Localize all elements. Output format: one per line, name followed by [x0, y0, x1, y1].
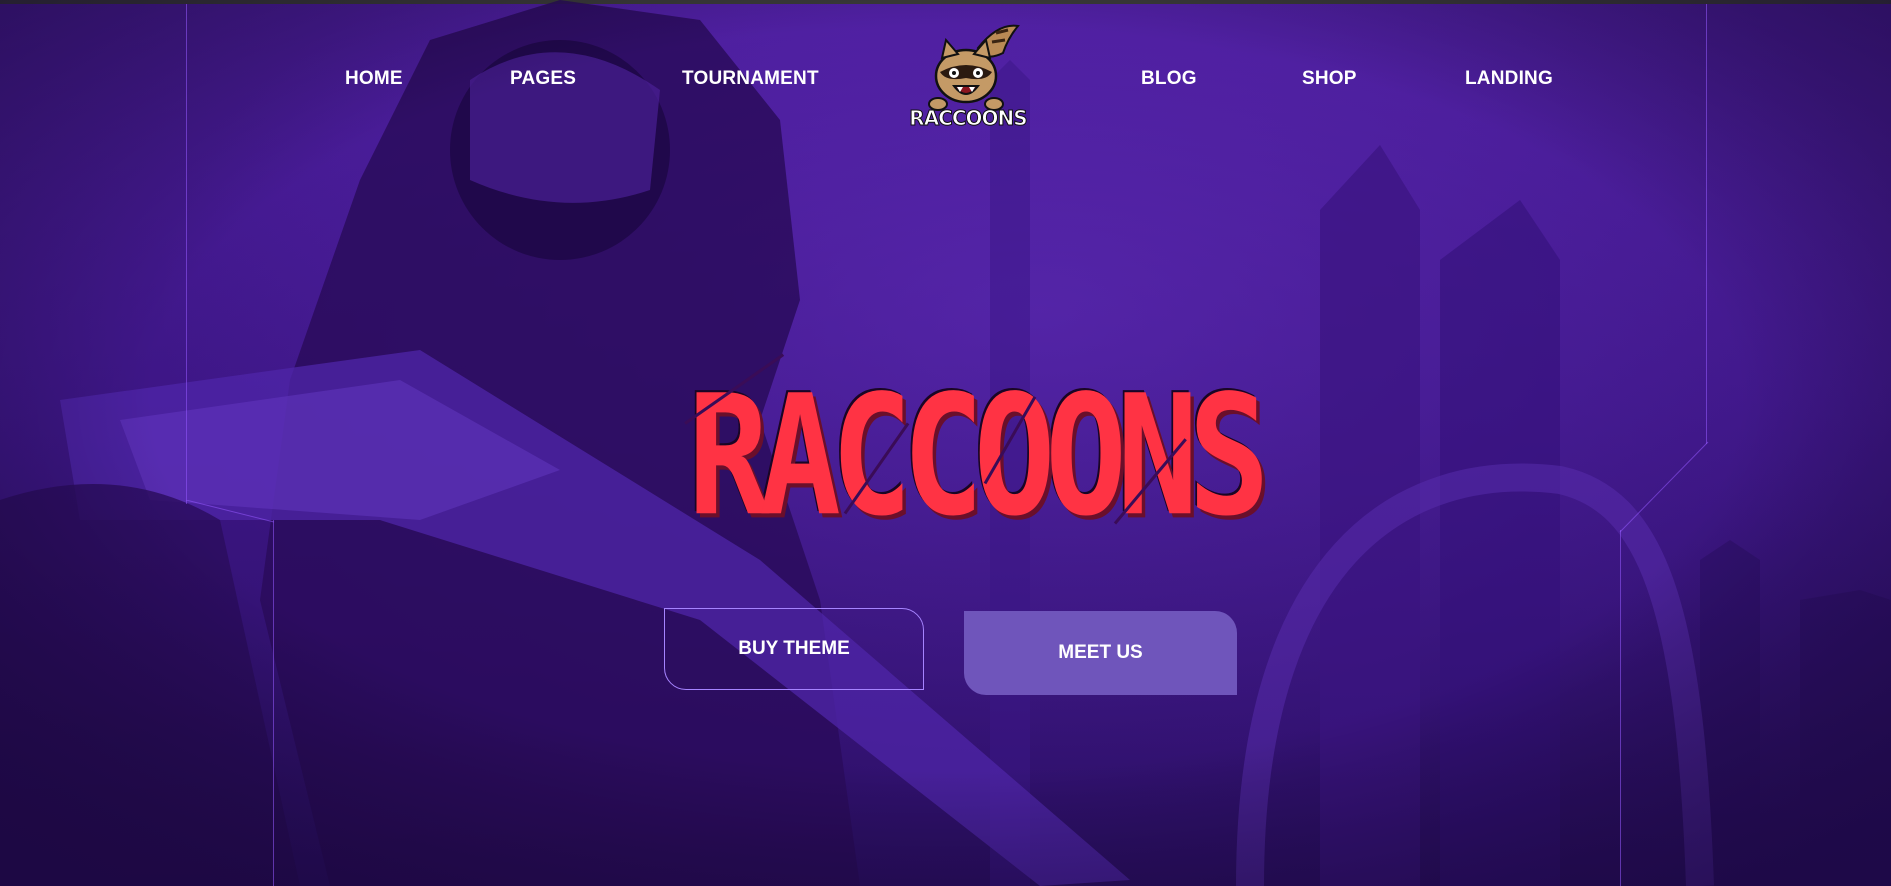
- nav-tournament[interactable]: TOURNAMENT: [682, 68, 819, 90]
- frame-line-right-inner: [1620, 530, 1621, 886]
- buy-theme-button[interactable]: BUY THEME: [664, 608, 924, 690]
- hero-page: HOME PAGES TOURNAMENT BLOG SHOP LANDING: [0, 0, 1891, 886]
- nav-pages[interactable]: PAGES: [510, 68, 576, 90]
- nav-shop[interactable]: SHOP: [1302, 68, 1357, 90]
- frame-line-right-diagonal: [1619, 441, 1709, 533]
- nav-landing[interactable]: LANDING: [1465, 68, 1553, 90]
- meet-us-button[interactable]: MEET US: [964, 611, 1237, 695]
- frame-line-right-outer: [1706, 4, 1707, 444]
- frame-line-left-diagonal: [186, 500, 275, 523]
- frame-line-left-inner: [273, 520, 274, 886]
- hero-title-text: RACCOONS: [687, 359, 1270, 554]
- nav-blog[interactable]: BLOG: [1141, 68, 1197, 90]
- frame-line-left-outer: [186, 4, 187, 504]
- raccoon-mascot-icon: [928, 24, 1020, 111]
- nav-home[interactable]: HOME: [345, 68, 403, 90]
- hero-title: RACCOONS: [645, 353, 1270, 562]
- logo-text: RACCOONS: [909, 106, 1028, 131]
- site-logo[interactable]: RACCOONS: [908, 18, 1028, 148]
